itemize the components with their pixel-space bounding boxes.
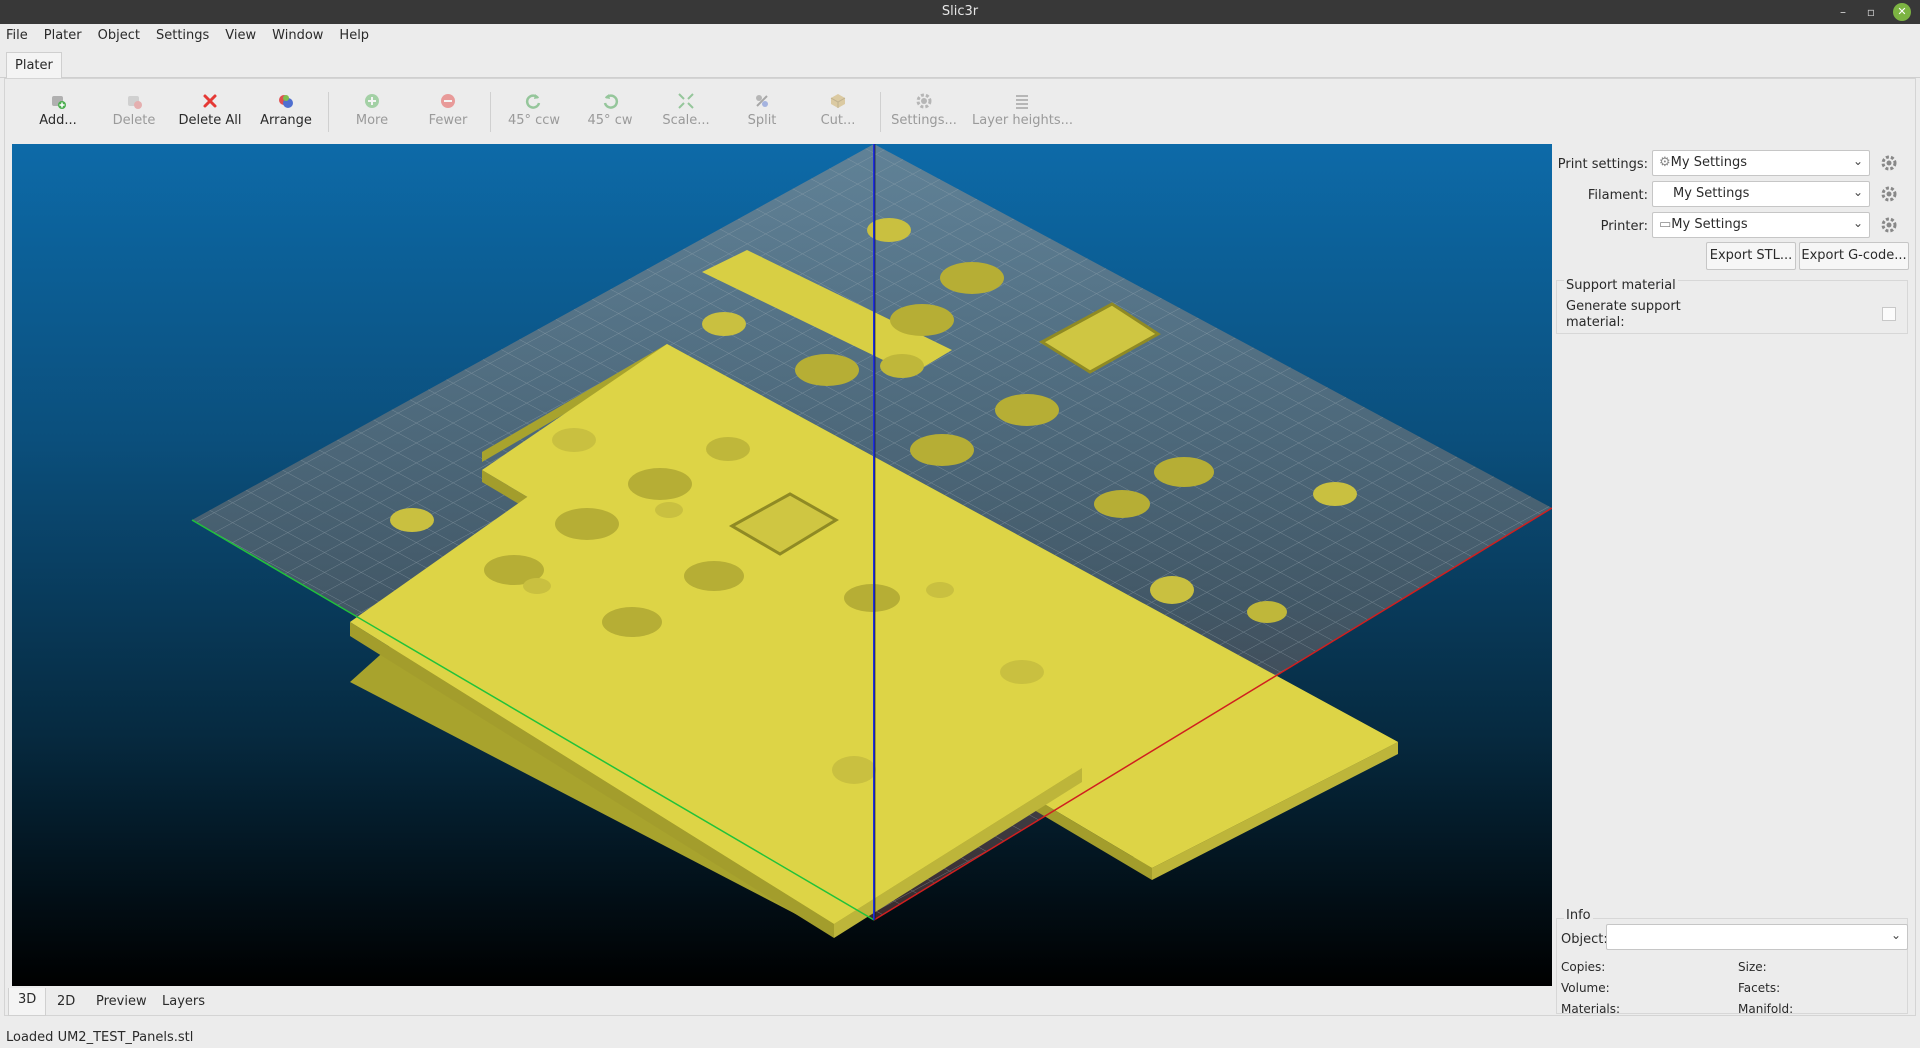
menu-object[interactable]: Object	[90, 24, 148, 43]
layers-icon	[1016, 95, 1028, 109]
toolbar-separator	[490, 92, 491, 132]
toolbar-separator	[328, 92, 329, 132]
menu-settings[interactable]: Settings	[148, 24, 217, 43]
add-button[interactable]: Add...	[20, 86, 96, 138]
split-button[interactable]: Split	[724, 86, 800, 138]
tab-layers[interactable]: Layers	[162, 994, 205, 1009]
generate-support-label: Generate support material:	[1566, 299, 1681, 330]
3d-viewport[interactable]	[12, 144, 1552, 986]
filament-label: Filament:	[1587, 188, 1648, 203]
minimize-icon[interactable]: –	[1834, 3, 1852, 21]
support-material-title: Support material	[1564, 278, 1678, 293]
settings-sidebar: Print settings: ⚙My Settings ⌄ Filament:…	[1556, 144, 1916, 1016]
manifold-label: Manifold:	[1738, 1002, 1794, 1016]
delete-button[interactable]: Delete	[96, 86, 172, 138]
menu-bar: File Plater Object Settings View Window Help	[0, 24, 1920, 48]
rotate-ccw-icon	[525, 94, 541, 109]
3d-scene	[191, 144, 1552, 938]
arrange-icon	[279, 95, 293, 108]
printer-gear-icon[interactable]	[1880, 216, 1898, 234]
chevron-down-icon: ⌄	[1852, 216, 1863, 230]
tab-3d[interactable]: 3D	[8, 988, 47, 1016]
rotate-cw-button[interactable]: 45° cw	[572, 86, 648, 138]
scale-icon	[678, 93, 694, 109]
generate-support-checkbox[interactable]	[1882, 307, 1896, 321]
window-titlebar: Slic3r – ▫ ✕	[0, 0, 1920, 24]
split-icon	[756, 95, 768, 107]
tab-2d[interactable]: 2D	[57, 994, 75, 1009]
menu-help[interactable]: Help	[331, 24, 377, 43]
export-stl-button[interactable]: Export STL...	[1706, 242, 1796, 270]
delete-all-icon	[203, 94, 217, 108]
minus-icon	[441, 94, 455, 108]
rotate-cw-icon	[603, 94, 619, 109]
gear-icon	[916, 93, 932, 109]
scale-button[interactable]: Scale...	[648, 86, 724, 138]
volume-label: Volume:	[1561, 981, 1610, 995]
layer-heights-button[interactable]: Layer heights...	[972, 86, 1073, 138]
printer-icon: ▭	[1659, 217, 1672, 232]
main-tabstrip: Plater	[0, 50, 1920, 78]
fewer-button[interactable]: Fewer	[410, 86, 486, 138]
chevron-down-icon: ⌄	[1890, 928, 1901, 942]
size-label: Size:	[1738, 960, 1767, 974]
gear-icon: ⚙	[1659, 155, 1671, 170]
delete-all-button[interactable]: Delete All	[172, 86, 248, 138]
arrange-button[interactable]: Arrange	[248, 86, 324, 138]
menu-plater[interactable]: Plater	[36, 24, 90, 43]
printer-label: Printer:	[1600, 219, 1648, 234]
delete-icon	[128, 96, 142, 109]
chevron-down-icon: ⌄	[1852, 185, 1863, 199]
plus-icon	[365, 94, 379, 108]
menu-window[interactable]: Window	[264, 24, 331, 43]
print-settings-gear-icon[interactable]	[1880, 154, 1898, 172]
close-icon[interactable]: ✕	[1893, 3, 1911, 21]
print-settings-select[interactable]: ⚙My Settings ⌄	[1652, 150, 1870, 176]
print-settings-label: Print settings:	[1557, 157, 1648, 172]
filament-gear-icon[interactable]	[1880, 185, 1898, 203]
facets-label: Facets:	[1738, 981, 1781, 995]
restore-icon[interactable]: ▫	[1862, 3, 1880, 21]
filament-select[interactable]: My Settings ⌄	[1652, 181, 1870, 207]
object-select[interactable]: ⌄	[1606, 924, 1908, 950]
materials-label: Materials:	[1561, 1002, 1621, 1016]
more-button[interactable]: More	[334, 86, 410, 138]
menu-view[interactable]: View	[217, 24, 264, 43]
toolbar-separator	[880, 92, 881, 132]
status-bar: Loaded UM2_TEST_Panels.stl	[6, 1030, 194, 1045]
window-title: Slic3r	[941, 4, 979, 19]
plater-toolbar: Add... Delete Delete All Arrange More Fe…	[10, 86, 1073, 138]
cut-button[interactable]: Cut...	[800, 86, 876, 138]
tab-preview[interactable]: Preview	[96, 994, 147, 1009]
copies-label: Copies:	[1561, 960, 1606, 974]
menu-file[interactable]: File	[0, 24, 36, 43]
add-icon	[52, 96, 66, 109]
tab-plater[interactable]: Plater	[6, 52, 62, 78]
export-gcode-button[interactable]: Export G-code...	[1799, 242, 1909, 270]
info-title: Info	[1564, 908, 1593, 923]
printer-select[interactable]: ▭My Settings ⌄	[1652, 212, 1870, 238]
object-label: Object:	[1561, 932, 1608, 947]
rotate-ccw-button[interactable]: 45° ccw	[496, 86, 572, 138]
settings-button[interactable]: Settings...	[886, 86, 962, 138]
cut-icon	[830, 94, 846, 108]
chevron-down-icon: ⌄	[1852, 154, 1863, 168]
